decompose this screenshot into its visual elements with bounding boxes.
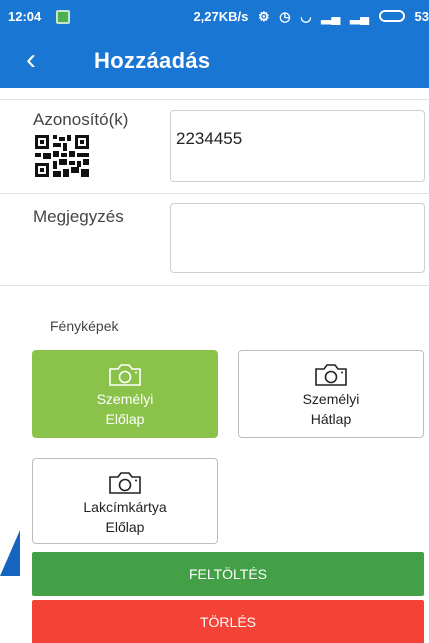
photo-id-front-button[interactable]: Személyi Előlap bbox=[32, 350, 218, 438]
upload-button[interactable]: FELTÖLTÉS bbox=[32, 552, 424, 596]
note-input[interactable] bbox=[170, 203, 425, 273]
battery-level: 53 bbox=[414, 9, 429, 24]
alarm-icon: ◷ bbox=[279, 9, 291, 24]
photo-label-line2: Előlap bbox=[105, 411, 145, 427]
wifi-icon: ◡ bbox=[300, 9, 312, 24]
photos-section-label: Fényképek bbox=[50, 318, 119, 334]
signal-icon-1: ▂▄ bbox=[321, 9, 341, 24]
photo-id-back-button[interactable]: Személyi Hátlap bbox=[238, 350, 424, 438]
signal-icon-2: ▂▄ bbox=[350, 9, 370, 24]
divider bbox=[0, 193, 429, 194]
status-right: 2,27KB/s ⚙ ◷ ◡ ▂▄ ▂▄ 53 bbox=[187, 9, 429, 25]
photo-label-line2: Hátlap bbox=[310, 411, 352, 427]
identifier-label: Azonosító(k) bbox=[33, 110, 129, 129]
chevron-left-icon[interactable]: ‹ bbox=[26, 45, 36, 75]
divider bbox=[0, 99, 429, 100]
photo-label-line2: Előlap bbox=[105, 519, 145, 535]
note-label: Megjegyzés bbox=[33, 207, 124, 226]
network-speed: 2,27KB/s bbox=[193, 9, 249, 24]
photo-address-card-front-button[interactable]: Lakcímkártya Előlap bbox=[32, 458, 218, 544]
message-icon bbox=[56, 10, 70, 24]
identifier-input[interactable]: 2234455 bbox=[170, 110, 425, 182]
app-bar: ‹ Hozzáadás bbox=[0, 35, 429, 88]
divider bbox=[0, 285, 429, 286]
edge-shape bbox=[0, 530, 20, 576]
photo-label-line1: Lakcímkártya bbox=[83, 499, 167, 515]
status-bar: 12:04 2,27KB/s ⚙ ◷ ◡ ▂▄ ▂▄ 53 bbox=[0, 0, 429, 35]
battery-icon bbox=[378, 10, 405, 22]
delete-button[interactable]: TÖRLÉS bbox=[32, 600, 424, 643]
camera-icon bbox=[315, 364, 347, 386]
qr-code-icon[interactable] bbox=[35, 135, 89, 177]
camera-icon bbox=[109, 472, 141, 494]
data-saver-icon: ⚙ bbox=[258, 9, 270, 24]
photo-label-line1: Személyi bbox=[96, 391, 154, 407]
status-time: 12:04 bbox=[8, 9, 42, 24]
page-title: Hozzáadás bbox=[94, 48, 211, 73]
camera-icon bbox=[109, 364, 141, 386]
photo-label-line1: Személyi bbox=[302, 391, 360, 407]
